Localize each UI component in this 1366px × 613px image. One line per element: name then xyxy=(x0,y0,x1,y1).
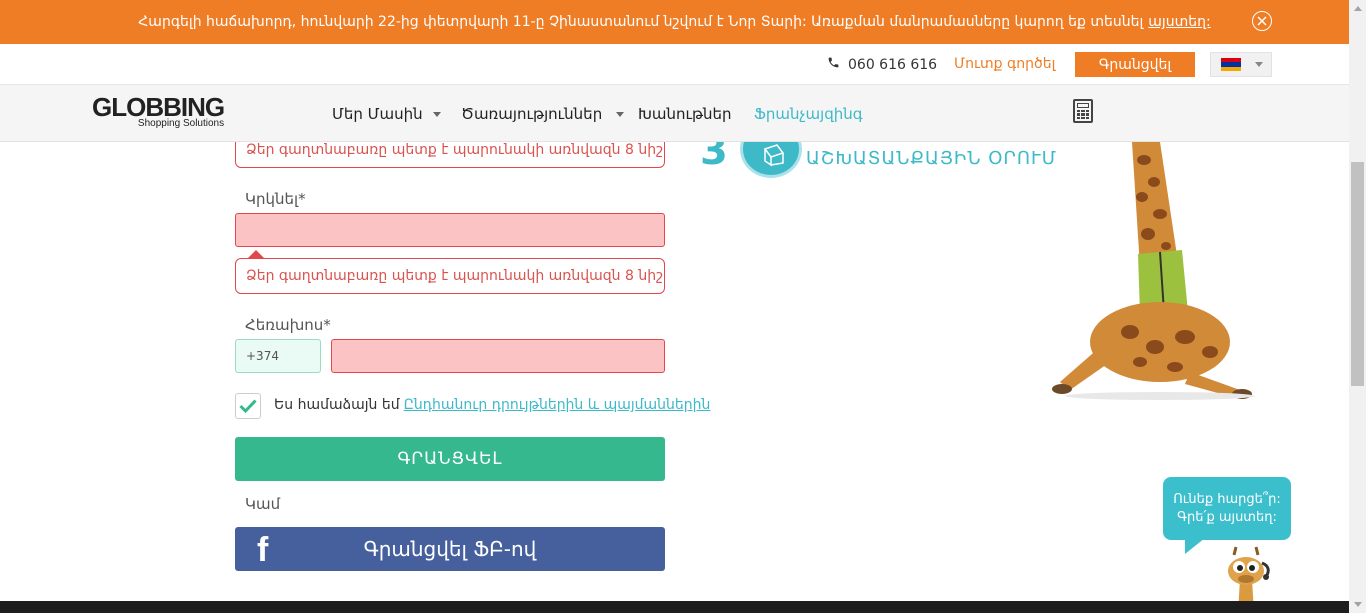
chat-line-1: Ունեք հարցե՞ր: xyxy=(1173,491,1281,507)
main-nav: GLOBBING Shopping Solutions Մեր Մասին Ծա… xyxy=(0,85,1349,142)
scroll-up-arrow-icon[interactable] xyxy=(1349,0,1366,17)
register-submit-button[interactable]: ԳՐԱՆՑՎԵԼ xyxy=(235,437,665,481)
logo[interactable]: GLOBBING Shopping Solutions xyxy=(92,92,225,129)
announcement-bar: Հարգելի հաճախորդ, հունվարի 22-ից փետրվար… xyxy=(0,0,1349,44)
nav-item-label: Ծառայություններ xyxy=(461,105,603,123)
chevron-down-icon xyxy=(1255,62,1263,67)
or-label: Կամ xyxy=(245,495,281,513)
nav-item-label: Խանութներ xyxy=(638,105,732,123)
scroll-down-arrow-icon[interactable] xyxy=(1349,596,1366,613)
agree-label: Ես համաձայն եմ xyxy=(274,397,400,413)
nav-item-services[interactable]: Ծառայություններ xyxy=(461,105,625,123)
language-selector[interactable] xyxy=(1210,52,1272,77)
repeat-password-error-message: Ձեր գաղտնաբառը պետք է պարունակի առնվազն … xyxy=(235,258,665,294)
phone-contact[interactable]: 060 616 616 xyxy=(827,56,937,73)
facebook-icon: f xyxy=(257,531,269,569)
chevron-down-icon xyxy=(432,111,441,117)
repeat-password-input[interactable] xyxy=(235,213,665,247)
login-link[interactable]: Մուտք գործել xyxy=(954,56,1055,72)
nav-item-label: Ֆրանչայզինգ xyxy=(754,105,863,123)
announcement-text: Հարգելի հաճախորդ, հունվարի 22-ից փետրվար… xyxy=(138,14,1144,30)
phone-input[interactable] xyxy=(331,339,665,373)
announcement-link[interactable]: այստեղ: xyxy=(1148,14,1210,30)
agree-text: Ես համաձայն եմ Ընդհանուր դրույթներին և պա… xyxy=(274,397,710,413)
repeat-password-label: Կրկնել* xyxy=(245,190,306,208)
calculator-icon[interactable] xyxy=(1073,99,1093,123)
footer xyxy=(0,601,1349,613)
chat-bubble-tail xyxy=(1185,538,1205,554)
phone-number: 060 616 616 xyxy=(848,56,938,73)
vertical-scrollbar[interactable] xyxy=(1349,0,1366,613)
nav-item-franchising[interactable]: Ֆրանչայզինգ xyxy=(754,105,863,123)
chevron-down-icon xyxy=(616,111,625,117)
facebook-register-button[interactable]: f Գրանցվել ՖԲ-ով xyxy=(235,527,665,571)
register-button[interactable]: Գրանցվել xyxy=(1075,52,1195,77)
page: Հարգելի հաճախորդ, հունվարի 22-ից փետրվար… xyxy=(0,0,1366,613)
step-text: ԱՇԽԱՏԱՆՔԱՅԻՆ ՕՐՈՒՄ xyxy=(806,148,1057,169)
top-bar: 060 616 616 Մուտք գործել Գրանցվել xyxy=(0,44,1349,85)
giraffe-illustration xyxy=(1052,142,1255,400)
checkmark-icon xyxy=(239,399,257,413)
nav-item-stores[interactable]: Խանութներ xyxy=(638,105,732,123)
phone-code-input[interactable]: +374 xyxy=(235,339,321,373)
nav-item-about[interactable]: Մեր Մասին xyxy=(332,105,441,123)
agree-checkbox[interactable] xyxy=(235,393,261,419)
facebook-register-label: Գրանցվել ՖԲ-ով xyxy=(363,537,537,561)
scrollbar-thumb[interactable] xyxy=(1351,162,1364,386)
nav-item-label: Մեր Մասին xyxy=(332,105,423,123)
logo-brand: GLOBBING xyxy=(92,92,225,122)
armenian-flag-icon xyxy=(1221,58,1241,71)
close-icon[interactable] xyxy=(1252,11,1272,31)
error-text: Ձեր գաղտնաբառը պետք է պարունակի առնվազն … xyxy=(246,142,664,158)
phone-label: Հեռախոս* xyxy=(245,316,331,334)
error-text: Ձեր գաղտնաբառը պետք է պարունակի առնվազն … xyxy=(246,268,664,284)
chat-bubble[interactable]: Ունեք հարցե՞ր: Գրե՛ք այստեղ: xyxy=(1163,477,1291,540)
phone-icon xyxy=(827,56,840,73)
terms-link[interactable]: Ընդհանուր դրույթներին և պայմաններին xyxy=(404,397,711,413)
chat-line-2: Գրե՛ք այստեղ: xyxy=(1177,509,1277,525)
